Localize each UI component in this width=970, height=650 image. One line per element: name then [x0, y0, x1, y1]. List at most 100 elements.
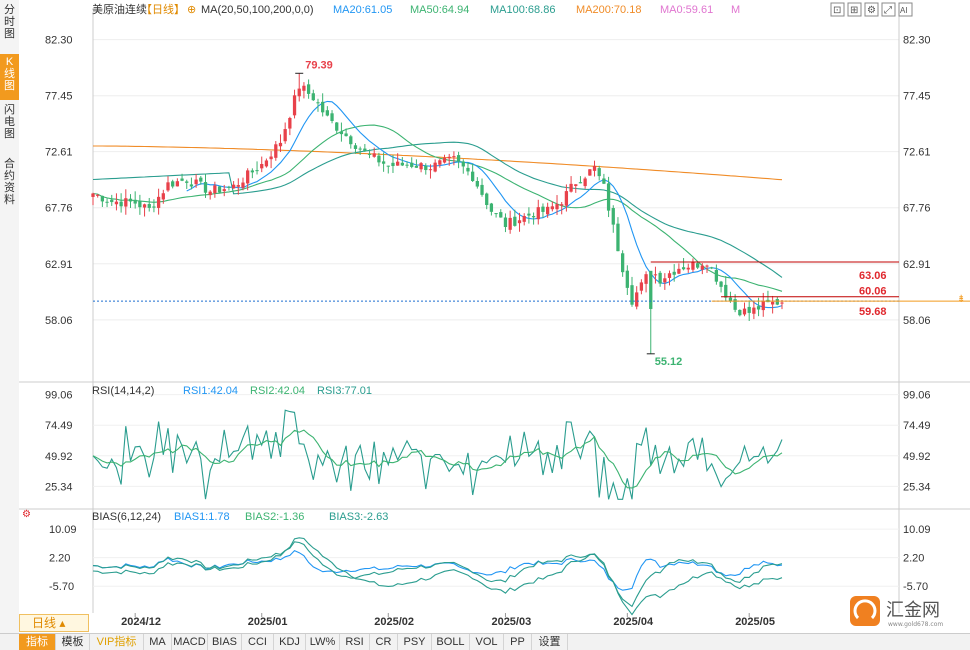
candle-body	[391, 162, 395, 167]
candle-body	[283, 129, 287, 142]
indicator-tab[interactable]: RSI	[340, 634, 370, 650]
candle-body	[649, 270, 653, 309]
candle-body	[166, 182, 170, 191]
candle-body	[508, 217, 512, 230]
y-tick-label-left: -5.70	[49, 581, 74, 593]
chart-area[interactable]: 82.30 82.30 77.45 77.45 72.61 72.61 67.76 67.76…	[19, 0, 970, 633]
candle-body	[321, 101, 325, 113]
sidebar: 分时图 K线图闪电图合约资料	[0, 0, 20, 633]
indicator-tab[interactable]: BIAS	[208, 634, 242, 650]
candle-body	[246, 170, 250, 184]
candle-body	[756, 306, 761, 310]
y-tick-label-right: 72.61	[903, 147, 931, 159]
candle-body	[419, 163, 423, 170]
indicator-tab[interactable]: LW%	[306, 634, 340, 650]
period-tab-daily[interactable]: 日线 ▴	[19, 614, 89, 632]
level-label: 60.06	[859, 286, 887, 298]
candle-body	[658, 272, 662, 284]
candle-body	[602, 178, 606, 184]
candle-body	[147, 204, 151, 208]
candle-body	[639, 282, 644, 291]
candle-body	[752, 307, 756, 314]
indicator-tab[interactable]: CR	[370, 634, 398, 650]
candle-body	[546, 206, 550, 215]
ma-value-label: MA200:70.18	[576, 4, 641, 16]
candle-body	[635, 292, 639, 307]
candle-body	[124, 198, 128, 207]
candle-body	[330, 113, 334, 121]
bias-legend: BIAS3:-2.63	[329, 511, 388, 523]
indicator-tab[interactable]: 模板	[56, 634, 90, 650]
rsi-title: RSI(14,14,2)	[92, 385, 154, 397]
indicator-tab[interactable]: KDJ	[274, 634, 306, 650]
indicator-tab[interactable]: 指标	[19, 634, 56, 650]
candle-body	[592, 165, 597, 171]
rsi-legend: RSI2:42.04	[250, 385, 305, 397]
candle-body	[433, 162, 437, 172]
candle-body	[264, 160, 269, 167]
y-tick-label-right: 67.76	[903, 203, 931, 215]
ma-value-label: MA50:64.94	[410, 4, 469, 16]
candle-body	[119, 201, 123, 207]
candle-body	[695, 263, 700, 268]
y-tick-label-right: 82.30	[903, 35, 931, 47]
period-tab-label: 日线	[32, 616, 57, 630]
candle-body	[564, 191, 569, 206]
sidebar-tab[interactable]: K线图	[0, 54, 19, 100]
indicator-tab[interactable]: VOL	[470, 634, 504, 650]
candle-body	[686, 267, 690, 270]
indicator-tab[interactable]: CCI	[242, 634, 274, 650]
candle-body	[161, 193, 165, 200]
y-tick-label-left: 74.49	[45, 420, 73, 432]
candle-body	[199, 177, 203, 182]
sidebar-tab[interactable]: 分时图	[0, 2, 19, 52]
indicator-tab[interactable]: MA	[144, 634, 172, 650]
candle-body	[663, 278, 667, 283]
candle-body	[770, 301, 775, 305]
candle-body	[588, 169, 592, 176]
candle-body	[227, 186, 231, 188]
current-price-arrow-icon: ⇟	[957, 294, 965, 305]
indicator-tab[interactable]: PSY	[398, 634, 432, 650]
x-tick-label: 2025/05	[735, 616, 775, 628]
candle-body	[335, 122, 339, 131]
candle-body	[466, 167, 470, 172]
candle-body	[349, 136, 353, 145]
x-tick-label: 2025/01	[248, 616, 288, 628]
y-tick-label-right: 49.92	[903, 451, 931, 463]
indicator-tab[interactable]: BOLL	[432, 634, 470, 650]
candle-body	[494, 213, 498, 215]
candle-body	[208, 191, 212, 196]
candle-body	[128, 198, 133, 202]
candle-body	[302, 85, 306, 91]
candle-body	[480, 184, 484, 195]
sidebar-tab[interactable]: 闪电图	[0, 102, 19, 154]
sidebar-tab[interactable]: 合约资料	[0, 156, 19, 214]
indicator-tab[interactable]: VIP指标	[90, 634, 144, 650]
indicator-tab[interactable]: MACD	[172, 634, 208, 650]
y-tick-label-right: 25.34	[903, 481, 931, 493]
low-label: 55.12	[655, 356, 683, 368]
x-tick-label: 2025/02	[374, 616, 414, 628]
candle-body	[424, 165, 428, 171]
candle-body	[489, 203, 494, 212]
candle-body	[705, 265, 709, 267]
candle-body	[100, 195, 105, 202]
bias-legend: BIAS2:-1.36	[245, 511, 304, 523]
candle-body	[742, 308, 747, 315]
candle-body	[180, 178, 184, 181]
candle-body	[217, 186, 222, 193]
candle-body	[138, 200, 142, 208]
candle-body	[775, 299, 779, 305]
x-tick-label: 2025/04	[613, 616, 654, 628]
indicator-tab[interactable]: 设置	[532, 634, 568, 650]
candle-body	[175, 181, 180, 187]
candle-body	[410, 162, 414, 167]
candle-body	[377, 155, 381, 163]
indicator-toolbar: 指标 模板 VIP指标 MA MACD BIAS CCI KDJ LW% RSI CR PSY BOLL…	[0, 633, 970, 650]
bias-settings-icon: ⚙	[22, 509, 31, 520]
chart-background	[19, 0, 970, 633]
indicator-tab[interactable]: PP	[504, 634, 532, 650]
candle-body	[396, 161, 400, 166]
y-tick-label-right: 10.09	[903, 524, 931, 536]
